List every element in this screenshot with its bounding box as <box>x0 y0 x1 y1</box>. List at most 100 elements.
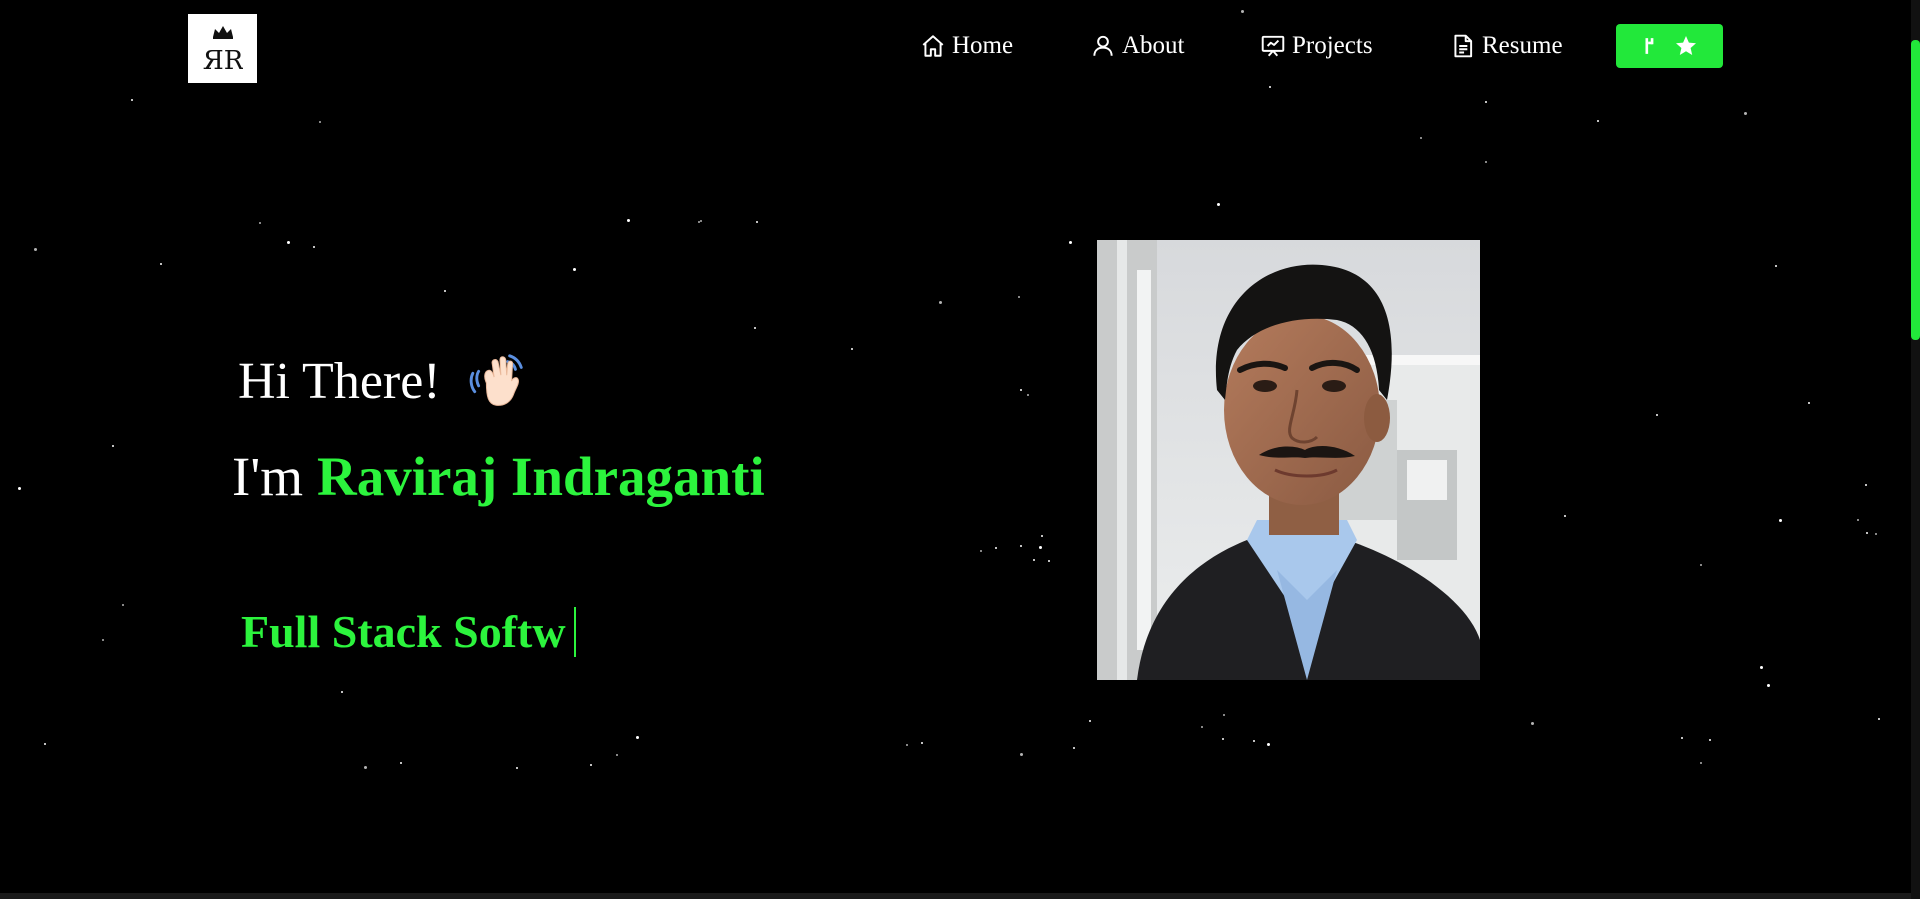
star <box>1875 533 1877 535</box>
person-name: Raviraj Indraganti <box>317 446 765 507</box>
profile-photo <box>1097 240 1480 680</box>
star <box>1020 545 1022 547</box>
star <box>516 767 518 769</box>
star <box>1878 718 1880 720</box>
star <box>1760 666 1763 669</box>
nav-about[interactable]: About <box>1090 32 1185 60</box>
bottom-edge <box>0 893 1911 899</box>
star <box>1089 720 1091 722</box>
star <box>1033 559 1035 561</box>
star <box>636 736 639 739</box>
star <box>616 754 618 756</box>
star <box>1069 241 1072 244</box>
waving-hand-icon <box>467 350 529 412</box>
star <box>1700 762 1702 764</box>
star <box>1779 519 1782 522</box>
star <box>1485 161 1487 163</box>
star <box>1420 137 1422 139</box>
star <box>364 766 367 769</box>
star <box>1267 743 1270 746</box>
star <box>995 547 997 549</box>
star <box>1744 112 1747 115</box>
star <box>1020 389 1022 391</box>
crown-icon: ЯR <box>203 25 243 75</box>
star <box>112 445 114 447</box>
nav-projects[interactable]: Projects <box>1260 32 1373 60</box>
presentation-icon <box>1260 33 1286 59</box>
greeting-heading: Hi There! <box>238 350 529 412</box>
star <box>1217 203 1220 206</box>
star <box>1041 535 1043 537</box>
scrollbar-thumb[interactable] <box>1911 40 1920 340</box>
star <box>573 268 576 271</box>
star <box>1531 722 1534 725</box>
home-icon <box>920 33 946 59</box>
git-fork-icon <box>1645 38 1653 54</box>
star <box>1039 546 1042 549</box>
nav-about-label: About <box>1122 32 1185 59</box>
typewriter-role: Full Stack Softw <box>241 605 576 658</box>
star <box>44 743 46 745</box>
star <box>1241 10 1244 13</box>
star <box>400 762 402 764</box>
star <box>1253 740 1255 742</box>
star <box>851 348 853 350</box>
intro-prefix: I'm <box>232 446 304 507</box>
typewriter-text: Full Stack Softw <box>241 606 566 657</box>
greeting-text: Hi There! <box>238 352 441 410</box>
star <box>1775 265 1777 267</box>
star <box>1018 296 1020 298</box>
star <box>939 301 942 304</box>
star <box>1767 684 1770 687</box>
star <box>627 219 630 222</box>
star <box>444 290 446 292</box>
nav-resume[interactable]: Resume <box>1450 32 1563 60</box>
typewriter-cursor <box>573 606 576 657</box>
star-icon <box>1675 36 1696 55</box>
star <box>313 246 315 248</box>
star <box>1048 560 1050 562</box>
nav-home[interactable]: Home <box>920 32 1013 60</box>
star <box>1485 101 1487 103</box>
star <box>1866 532 1868 534</box>
nav-projects-label: Projects <box>1292 32 1373 59</box>
star <box>1857 519 1859 521</box>
star <box>1564 515 1566 517</box>
star <box>700 220 702 222</box>
star <box>906 744 908 746</box>
star <box>756 221 758 223</box>
star <box>102 639 104 641</box>
star <box>1865 484 1867 486</box>
page-scrollbar[interactable] <box>1911 0 1920 899</box>
user-icon <box>1090 33 1116 59</box>
star <box>122 604 124 606</box>
star <box>319 121 321 123</box>
star <box>1020 753 1023 756</box>
star <box>1700 564 1702 566</box>
star <box>1027 394 1029 396</box>
svg-text:ЯR: ЯR <box>203 46 243 75</box>
star <box>1709 739 1711 741</box>
star <box>754 327 756 329</box>
star <box>1269 86 1271 88</box>
star <box>18 487 21 490</box>
site-logo[interactable]: ЯR <box>188 14 257 83</box>
star <box>1222 738 1224 740</box>
star <box>1201 726 1203 728</box>
star <box>160 263 162 265</box>
star <box>1808 402 1810 404</box>
intro-heading: I'm Raviraj Indraganti <box>232 445 765 508</box>
star <box>1656 414 1658 416</box>
star <box>259 222 261 224</box>
github-repo-button[interactable] <box>1616 24 1723 68</box>
star <box>1597 120 1599 122</box>
nav-resume-label: Resume <box>1482 32 1563 59</box>
nav-home-label: Home <box>952 32 1014 59</box>
star <box>34 248 37 251</box>
star <box>131 99 133 101</box>
portfolio-page: ЯR Home About Projects Resume Hi There! … <box>0 0 1920 899</box>
star <box>980 550 982 552</box>
star <box>1223 714 1225 716</box>
star <box>590 764 592 766</box>
star <box>1073 747 1075 749</box>
